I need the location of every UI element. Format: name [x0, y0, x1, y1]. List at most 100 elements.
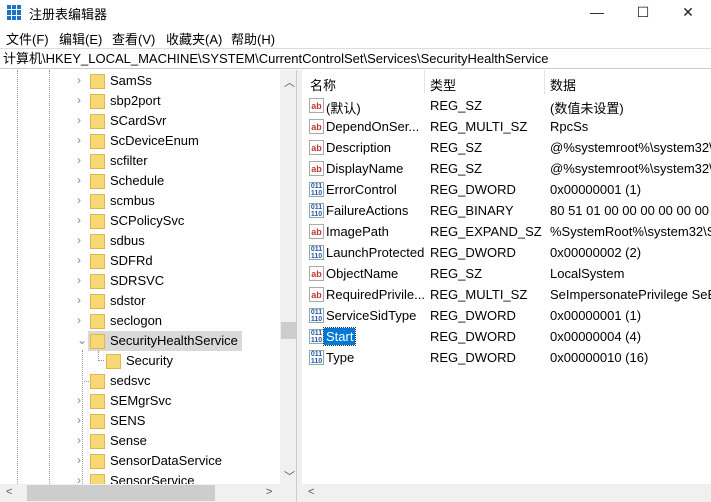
- menu-file[interactable]: 文件(F): [6, 29, 49, 48]
- tree-item[interactable]: › SensorDataService: [0, 451, 280, 471]
- expand-chevron-icon[interactable]: ›: [77, 233, 81, 247]
- tree-item[interactable]: › Schedule: [0, 171, 280, 191]
- value-row[interactable]: ab Description REG_SZ @%systemroot%\system3…: [302, 137, 711, 158]
- scroll-left-icon[interactable]: <: [308, 486, 314, 498]
- tree-horizontal-scrollbar[interactable]: < >: [0, 484, 296, 502]
- value-data: 0x00000001 (1): [550, 308, 642, 323]
- value-row[interactable]: ab (默认) REG_SZ (数值未设置): [302, 95, 711, 116]
- value-row[interactable]: ab DisplayName REG_SZ @%systemroot%\system3…: [302, 158, 711, 179]
- value-type: REG_SZ: [430, 140, 483, 155]
- expand-chevron-icon[interactable]: ›: [77, 253, 81, 267]
- column-name[interactable]: 名称: [310, 75, 336, 94]
- value-row[interactable]: ab ImagePath REG_EXPAND_SZ %SystemRoot%\sys…: [302, 221, 711, 242]
- tree-item[interactable]: Security: [0, 351, 280, 371]
- expand-chevron-icon[interactable]: ›: [77, 173, 81, 187]
- minimize-button[interactable]: —: [574, 0, 620, 25]
- scroll-up-icon[interactable]: ︿: [284, 74, 295, 90]
- value-row[interactable]: ab ObjectName REG_SZ LocalSystem: [302, 263, 711, 284]
- tree-item[interactable]: › sdbus: [0, 231, 280, 251]
- value-row[interactable]: 011 110 Type REG_DWORD 0x00000010 (16): [302, 347, 711, 368]
- folder-icon: [90, 374, 105, 389]
- tree-item-label: SDFRd: [110, 253, 153, 268]
- tree-item[interactable]: › sdstor: [0, 291, 280, 311]
- scroll-thumb[interactable]: [281, 322, 296, 339]
- tree-item[interactable]: › SEMgrSvc: [0, 391, 280, 411]
- tree-item[interactable]: › SENS: [0, 411, 280, 431]
- key-tree[interactable]: › SamSs › sbp2port › SCardSvr › ScDeviceEnum › sc…: [0, 70, 297, 502]
- tree-item-label: SensorDataService: [110, 453, 222, 468]
- folder-icon: [90, 94, 105, 109]
- value-row[interactable]: 011 110 LaunchProtected REG_DWORD 0x00000002…: [302, 242, 711, 263]
- tree-item[interactable]: › scmbus: [0, 191, 280, 211]
- expand-chevron-icon[interactable]: ⌄: [77, 333, 87, 347]
- expand-chevron-icon[interactable]: ›: [77, 433, 81, 447]
- expand-chevron-icon[interactable]: ›: [77, 213, 81, 227]
- value-name: ImagePath: [326, 224, 389, 239]
- value-name: ServiceSidType: [326, 308, 417, 323]
- binary-value-icon: 011 110: [309, 329, 324, 344]
- tree-item[interactable]: ⌄ SecurityHealthService: [0, 331, 280, 351]
- expand-chevron-icon[interactable]: ›: [77, 93, 81, 107]
- expand-chevron-icon[interactable]: ›: [77, 273, 81, 287]
- value-row[interactable]: ab DependOnSer... REG_MULTI_SZ RpcSs: [302, 116, 711, 137]
- column-data[interactable]: 数据: [550, 75, 576, 94]
- tree-item[interactable]: › SDFRd: [0, 251, 280, 271]
- maximize-button[interactable]: ☐: [620, 0, 666, 25]
- menu-view[interactable]: 查看(V): [112, 29, 155, 48]
- list-horizontal-scrollbar[interactable]: <: [302, 484, 711, 502]
- string-value-icon: ab: [309, 140, 324, 155]
- expand-chevron-icon[interactable]: ›: [77, 293, 81, 307]
- expand-chevron-icon[interactable]: ›: [77, 133, 81, 147]
- expand-chevron-icon[interactable]: ›: [77, 73, 81, 87]
- value-row[interactable]: 011 110 ServiceSidType REG_DWORD 0x00000001 …: [302, 305, 711, 326]
- folder-icon: [90, 314, 105, 329]
- expand-chevron-icon[interactable]: ›: [77, 153, 81, 167]
- value-name: Start: [322, 327, 357, 346]
- tree-item-label: Schedule: [110, 173, 165, 188]
- folder-icon: [90, 414, 105, 429]
- tree-item[interactable]: › ScDeviceEnum: [0, 131, 280, 151]
- expand-chevron-icon[interactable]: ›: [77, 313, 81, 327]
- expand-chevron-icon[interactable]: ›: [77, 113, 81, 127]
- value-row[interactable]: ab RequiredPrivile... REG_MULTI_SZ SeImpers…: [302, 284, 711, 305]
- folder-icon: [90, 454, 105, 469]
- menu-help[interactable]: 帮助(H): [231, 29, 275, 48]
- tree-item[interactable]: › sbp2port: [0, 91, 280, 111]
- expand-chevron-icon[interactable]: ›: [77, 413, 81, 427]
- scroll-left-icon[interactable]: <: [6, 486, 12, 498]
- tree-item[interactable]: › SCardSvr: [0, 111, 280, 131]
- tree-item-label: SENS: [110, 413, 146, 428]
- tree-item-label: SCPolicySvc: [110, 213, 185, 228]
- column-type[interactable]: 类型: [430, 75, 456, 94]
- tree-item[interactable]: › Sense: [0, 431, 280, 451]
- menu-edit[interactable]: 编辑(E): [59, 29, 102, 48]
- expand-chevron-icon[interactable]: ›: [77, 453, 81, 467]
- tree-item[interactable]: › SDRSVC: [0, 271, 280, 291]
- expand-chevron-icon[interactable]: ›: [77, 193, 81, 207]
- value-name: LaunchProtected: [326, 245, 425, 260]
- value-row[interactable]: 011 110 ErrorControl REG_DWORD 0x00000001 (1…: [302, 179, 711, 200]
- scroll-down-icon[interactable]: ﹀: [284, 468, 295, 484]
- binary-value-icon: 011 110: [309, 350, 324, 365]
- value-row[interactable]: 011 110 FailureActions REG_BINARY 80 51 01 0…: [302, 200, 711, 221]
- scroll-thumb[interactable]: [27, 485, 215, 501]
- scroll-right-icon[interactable]: >: [266, 486, 272, 498]
- menu-favorites[interactable]: 收藏夹(A): [166, 29, 222, 48]
- values-list[interactable]: 名称 类型 数据 ab (默认) REG_SZ (数值未设置) ab DependOnSe…: [302, 70, 711, 502]
- folder-icon: [90, 194, 105, 209]
- tree-item-label: sdstor: [110, 293, 146, 308]
- tree-item[interactable]: › seclogon: [0, 311, 280, 331]
- expand-chevron-icon[interactable]: ›: [77, 393, 81, 407]
- tree-vertical-scrollbar[interactable]: ︿ ﹀: [280, 70, 296, 484]
- address-bar[interactable]: 计算机\HKEY_LOCAL_MACHINE\SYSTEM\CurrentCon…: [0, 48, 711, 69]
- folder-icon: [90, 434, 105, 449]
- value-data: 0x00000004 (4): [550, 329, 642, 344]
- tree-item[interactable]: › scfilter: [0, 151, 280, 171]
- tree-item[interactable]: sedsvc: [0, 371, 280, 391]
- close-button[interactable]: ✕: [665, 0, 711, 25]
- tree-item[interactable]: › SCPolicySvc: [0, 211, 280, 231]
- string-value-icon: ab: [309, 266, 324, 281]
- value-row[interactable]: 011 110 Start REG_DWORD 0x00000004 (4): [302, 326, 711, 347]
- value-type: REG_BINARY: [430, 203, 514, 218]
- tree-item[interactable]: › SamSs: [0, 71, 280, 91]
